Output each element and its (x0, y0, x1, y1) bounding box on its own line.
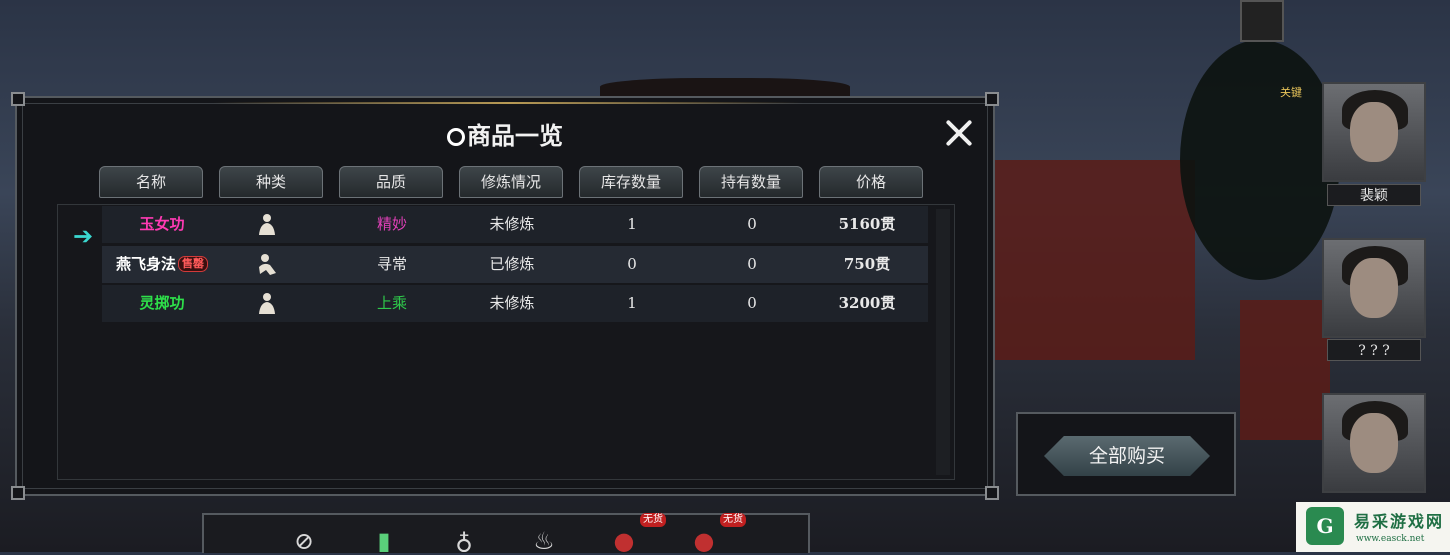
watermark-text: 易采游戏网 (1354, 512, 1445, 531)
item-name: 玉女功 (139, 215, 185, 233)
item-quality: 寻常 (376, 255, 407, 273)
background-wall (1240, 300, 1330, 440)
wine-jar-icon[interactable]: ● (688, 527, 720, 555)
item-status: 未修炼 (489, 294, 535, 312)
sort-header-held[interactable]: 持有数量 (699, 166, 803, 198)
sort-header-stock[interactable]: 库存数量 (579, 166, 683, 198)
character-name: 裴颖 (1327, 184, 1421, 206)
dialog-title: 商品一览 (17, 116, 993, 151)
panel-corner (11, 92, 25, 106)
character-menu-button[interactable] (1240, 0, 1284, 42)
watermark: G 易采游戏网 www.easck.net (1296, 502, 1450, 552)
item-price: 3200贯 (838, 294, 896, 312)
background-tree (1180, 40, 1340, 280)
pouch-icon[interactable]: ♁ (448, 527, 480, 555)
portrait-face (1350, 102, 1398, 162)
item-status: 已修炼 (489, 255, 535, 273)
buy-all-panel: 全部购买 (1016, 412, 1236, 496)
item-held: 0 (747, 255, 757, 273)
item-quality: 上乘 (376, 294, 407, 312)
panel-corner (11, 486, 25, 500)
item-row[interactable]: 玉女功 精妙 未修炼 1 0 5160贯 (102, 206, 928, 243)
item-stock: 0 (627, 255, 637, 273)
sort-header-quality[interactable]: 品质 (339, 166, 443, 198)
selection-arrow-icon: ➔ (73, 222, 94, 250)
portrait-face (1350, 258, 1398, 318)
teapot-icon[interactable]: ● (608, 527, 640, 555)
no-food-icon[interactable]: ⊘ (288, 527, 320, 555)
movement-figure-icon (242, 246, 292, 283)
item-row[interactable]: 灵掷功 上乘 未修炼 1 0 3200贯 (102, 285, 928, 322)
out-of-stock-badge: 无货 (720, 513, 746, 527)
item-stock: 1 (627, 215, 637, 233)
meditating-figure-icon (242, 206, 292, 243)
sort-header-price[interactable]: 价格 (819, 166, 923, 198)
buy-all-button[interactable]: 全部购买 (1044, 436, 1210, 476)
dialog-title-text: 商品一览 (467, 121, 563, 150)
panel-corner (985, 486, 999, 500)
character-portrait[interactable] (1322, 238, 1426, 338)
sold-out-badge: 售罄 (178, 256, 208, 272)
close-icon[interactable] (944, 118, 974, 148)
item-row[interactable]: 燕飞身法 售罄 寻常 已修炼 0 0 750贯 (102, 246, 928, 283)
item-quality: 精妙 (376, 215, 407, 233)
character-portrait[interactable] (1322, 82, 1426, 182)
item-status: 未修炼 (489, 215, 535, 233)
sort-header-type[interactable]: 种类 (219, 166, 323, 198)
panel-corner (985, 92, 999, 106)
item-name-cell: 燕飞身法 售罄 (102, 246, 222, 283)
bottom-toolbar: ⊘ ▮ ♁ ♨ ● 无货 ● 无货 (202, 513, 810, 555)
coin-icon (447, 128, 465, 146)
item-held: 0 (747, 215, 757, 233)
item-stock: 1 (627, 294, 637, 312)
item-price: 5160贯 (838, 215, 896, 233)
scrollbar[interactable] (936, 209, 950, 475)
character-portrait[interactable] (1322, 393, 1426, 493)
item-held: 0 (747, 294, 757, 312)
sort-header-name[interactable]: 名称 (99, 166, 203, 198)
hot-spring-icon[interactable]: ♨ (528, 527, 560, 555)
portrait-face (1350, 413, 1398, 473)
item-name: 燕飞身法 (115, 255, 176, 273)
item-name: 灵掷功 (139, 294, 185, 312)
watermark-logo-icon: G (1306, 507, 1344, 545)
sort-header-practice[interactable]: 修炼情况 (459, 166, 563, 198)
affinity-label: 关键 (1280, 86, 1302, 99)
meditating-figure-icon (242, 285, 292, 322)
item-price: 750贯 (843, 255, 891, 273)
cards-icon[interactable]: ▮ (368, 527, 400, 555)
watermark-url: www.easck.net (1356, 534, 1425, 544)
out-of-stock-badge: 无货 (640, 513, 666, 527)
title-ornament (213, 102, 803, 104)
background-building (995, 160, 1195, 360)
character-name: ? ? ? (1327, 339, 1421, 361)
shop-dialog: 商品一览 名称 种类 品质 修炼情况 库存数量 持有数量 价格 ➔ 玉女功 精妙… (11, 92, 999, 500)
